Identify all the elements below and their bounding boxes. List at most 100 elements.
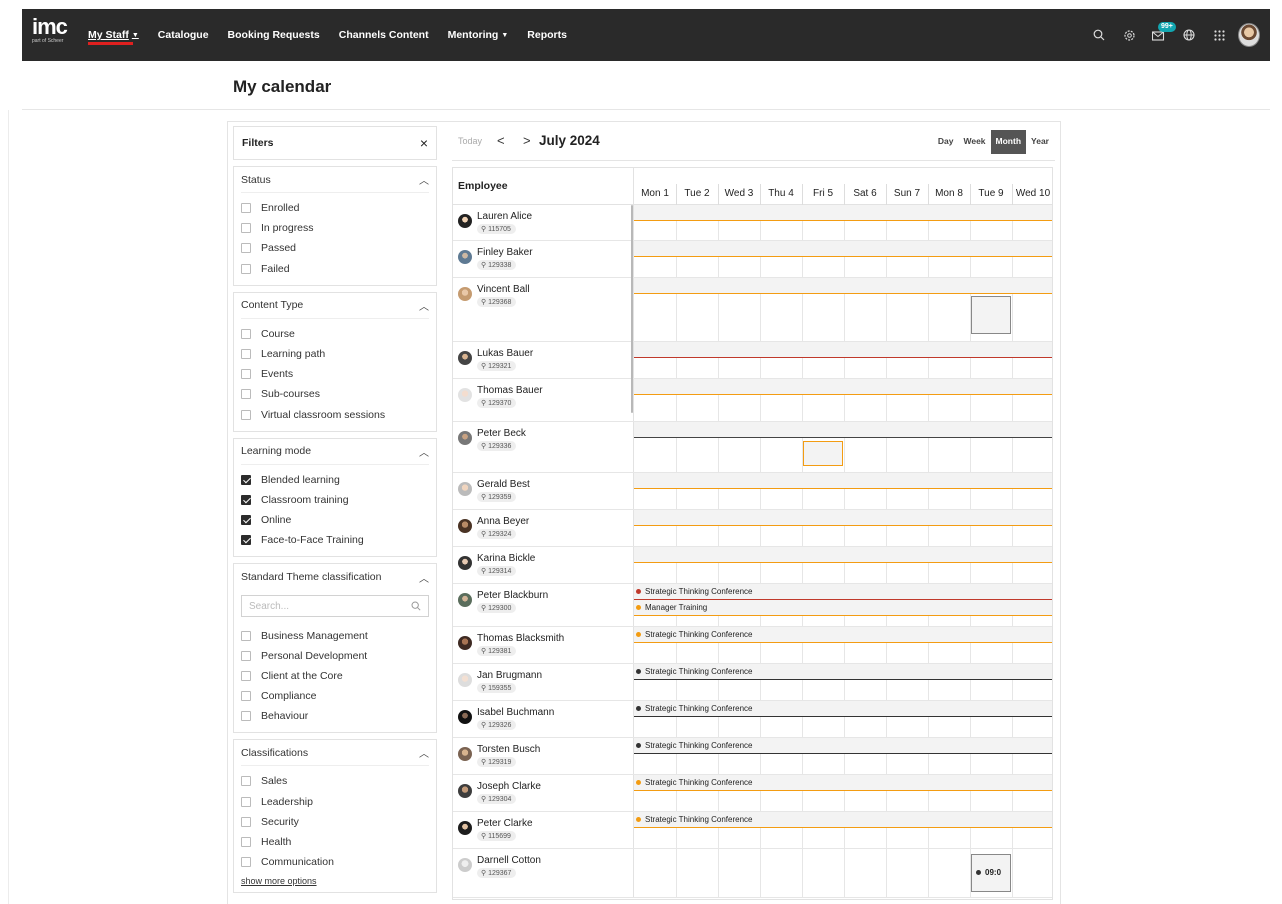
user-avatar[interactable] — [1238, 23, 1260, 47]
checkbox[interactable] — [241, 349, 251, 360]
checkbox[interactable] — [241, 409, 251, 420]
filter-option[interactable]: Sub-courses — [241, 384, 429, 404]
language-globe-icon[interactable] — [1178, 24, 1200, 46]
view-month-button[interactable]: Month — [990, 130, 1027, 154]
event-bar[interactable]: Strategic Thinking Conference — [634, 775, 1052, 791]
view-week-button[interactable]: Week — [958, 130, 990, 154]
employee-cell[interactable]: Vincent Ball ⚲ 129368 — [453, 278, 634, 341]
employee-cell[interactable]: Karina Bickle ⚲ 129314 — [453, 547, 634, 583]
event-tile[interactable]: 09:0 — [971, 854, 1011, 892]
section-header[interactable]: Learning mode ︿ — [241, 439, 429, 465]
filter-option[interactable]: Failed — [241, 259, 429, 279]
employee-name[interactable]: Anna Beyer — [477, 516, 529, 527]
checkbox[interactable] — [241, 243, 251, 254]
checkbox[interactable] — [241, 837, 251, 848]
employee-cell[interactable]: Lauren Alice ⚲ 115705 — [453, 205, 634, 240]
checkbox[interactable] — [241, 816, 251, 827]
checkbox[interactable] — [241, 857, 251, 868]
view-day-button[interactable]: Day — [933, 130, 959, 154]
imc-logo[interactable]: imc part of Scheer — [32, 16, 68, 45]
event-track-bar[interactable] — [634, 241, 1052, 257]
event-bar[interactable]: Strategic Thinking Conference — [634, 584, 1052, 600]
section-header[interactable]: Classifications ︿ — [241, 740, 429, 767]
event-track-bar[interactable] — [634, 278, 1052, 294]
previous-arrow-icon[interactable]: < — [497, 133, 505, 148]
day-header-cell[interactable]: Tue 9 — [970, 188, 1012, 199]
event-track-bar[interactable] — [634, 510, 1052, 526]
scrollbar[interactable] — [631, 205, 633, 413]
filter-option[interactable]: Events — [241, 364, 429, 384]
filter-option[interactable]: Virtual classroom sessions — [241, 405, 429, 425]
checkbox[interactable] — [241, 650, 251, 661]
employee-cell[interactable]: Peter Blackburn ⚲ 129300 — [453, 584, 634, 626]
apps-grid-icon[interactable] — [1208, 24, 1230, 46]
employee-name[interactable]: Karina Bickle — [477, 553, 535, 564]
filter-option[interactable]: Business Management — [241, 625, 429, 645]
filter-option[interactable]: Enrolled — [241, 198, 429, 218]
event-bar[interactable]: Strategic Thinking Conference — [634, 701, 1052, 717]
checkbox-checked[interactable] — [241, 535, 251, 546]
employee-cell[interactable]: Anna Beyer ⚲ 129324 — [453, 510, 634, 546]
checkbox[interactable] — [241, 223, 251, 234]
checkbox[interactable] — [241, 203, 251, 214]
day-header-cell[interactable]: Sun 7 — [886, 188, 928, 199]
event-tile[interactable] — [803, 441, 843, 466]
event-bar[interactable]: Manager Training — [634, 600, 1052, 616]
checkbox-checked[interactable] — [241, 515, 251, 526]
checkbox-checked[interactable] — [241, 474, 251, 485]
employee-cell[interactable]: Isabel Buchmann ⚲ 129326 — [453, 701, 634, 737]
employee-cell[interactable]: Lukas Bauer ⚲ 129321 — [453, 342, 634, 378]
chevron-up-icon[interactable]: ︿ — [419, 745, 429, 760]
filter-option[interactable]: Behaviour — [241, 706, 429, 726]
employee-name[interactable]: Joseph Clarke — [477, 781, 541, 792]
checkbox[interactable] — [241, 630, 251, 641]
event-bar[interactable]: Strategic Thinking Conference — [634, 664, 1052, 680]
employee-name[interactable]: Lukas Bauer — [477, 348, 533, 359]
employee-name[interactable]: Torsten Busch — [477, 744, 540, 755]
employee-name[interactable]: Peter Beck — [477, 428, 526, 439]
filter-option[interactable]: Personal Development — [241, 646, 429, 666]
checkbox[interactable] — [241, 328, 251, 339]
search-icon[interactable] — [1088, 24, 1110, 46]
chevron-up-icon[interactable]: ︿ — [419, 172, 429, 187]
employee-name[interactable]: Thomas Blacksmith — [477, 633, 564, 644]
day-header-cell[interactable]: Mon 8 — [928, 188, 970, 199]
nav-item-catalogue[interactable]: Catalogue — [158, 29, 209, 41]
notifications-icon[interactable]: 99+ — [1148, 22, 1176, 46]
theme-search-input[interactable]: Search... — [241, 595, 429, 618]
filter-option[interactable]: Course — [241, 324, 429, 344]
filter-option[interactable]: Leadership — [241, 792, 429, 812]
day-header-cell[interactable]: Tue 2 — [676, 188, 718, 199]
employee-name[interactable]: Peter Clarke — [477, 818, 533, 829]
chevron-up-icon[interactable]: ︿ — [419, 444, 429, 459]
checkbox[interactable] — [241, 711, 251, 722]
employee-cell[interactable]: Peter Clarke ⚲ 115699 — [453, 812, 634, 848]
event-track-bar[interactable] — [634, 422, 1052, 438]
event-bar[interactable]: Strategic Thinking Conference — [634, 738, 1052, 754]
event-track-bar[interactable] — [634, 379, 1052, 395]
day-header-cell[interactable]: Fri 5 — [802, 188, 844, 199]
filter-option[interactable]: Communication — [241, 852, 429, 872]
section-header[interactable]: Standard Theme classification ︿ — [241, 564, 429, 590]
employee-name[interactable]: Finley Baker — [477, 247, 533, 258]
filter-option[interactable]: Passed — [241, 238, 429, 258]
employee-name[interactable]: Darnell Cotton — [477, 855, 541, 866]
employee-name[interactable]: Isabel Buchmann — [477, 707, 554, 718]
nav-item-mentoring[interactable]: Mentoring ▼ — [448, 29, 509, 41]
filter-option[interactable]: Blended learning — [241, 470, 429, 490]
employee-cell[interactable]: Thomas Blacksmith ⚲ 129381 — [453, 627, 634, 663]
nav-item-my-staff[interactable]: My Staff ▼ — [88, 29, 139, 45]
day-header-cell[interactable]: Thu 4 — [760, 188, 802, 199]
today-button[interactable]: Today — [458, 136, 482, 146]
employee-cell[interactable]: Peter Beck ⚲ 129336 — [453, 422, 634, 472]
event-track-bar[interactable] — [634, 547, 1052, 563]
employee-cell[interactable]: Torsten Busch ⚲ 129319 — [453, 738, 634, 774]
filter-option[interactable]: Classroom training — [241, 490, 429, 510]
employee-name[interactable]: Vincent Ball — [477, 284, 530, 295]
filter-option[interactable]: Sales — [241, 771, 429, 791]
checkbox[interactable] — [241, 691, 251, 702]
filter-option[interactable]: Security — [241, 812, 429, 832]
chevron-up-icon[interactable]: ︿ — [419, 298, 429, 313]
day-header-cell[interactable]: Wed 3 — [718, 188, 760, 199]
view-year-button[interactable]: Year — [1026, 130, 1054, 154]
